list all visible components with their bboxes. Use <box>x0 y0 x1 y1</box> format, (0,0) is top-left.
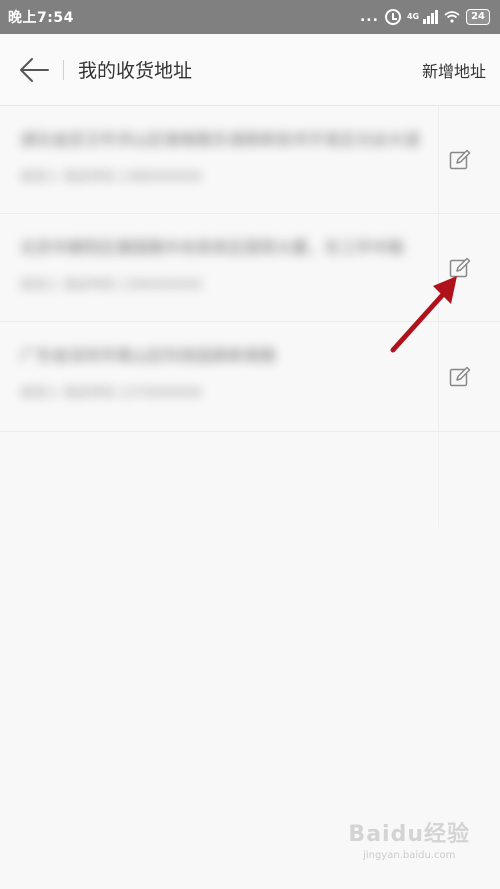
alarm-icon <box>384 9 401 25</box>
app-header: 我的收货地址 新增地址 <box>0 34 500 106</box>
watermark-url: jingyan.baidu.com <box>363 850 456 861</box>
recipient-info: 收货人 电话号码 1380000000 <box>20 170 202 185</box>
network-type-label: 4G <box>406 12 420 21</box>
more-notifications-icon: ... <box>359 9 379 25</box>
list-divider <box>438 432 480 527</box>
annotation-arrow-icon <box>390 276 457 353</box>
add-address-button[interactable]: 新增地址 <box>422 58 486 82</box>
arrow-left-icon <box>20 58 49 82</box>
recipient-info: 收货人 电话号码 1390000000 <box>20 278 202 293</box>
edit-pencil-icon <box>449 366 470 386</box>
wifi-icon <box>444 11 460 23</box>
address-text: 湖北省武汉市洪山区珞喻路东湖高新技术开发区光谷大道 <box>20 130 421 149</box>
header-divider <box>63 60 64 80</box>
status-time: 晚上7:54 <box>8 10 74 26</box>
page-title: 我的收货地址 <box>78 60 193 82</box>
address-item[interactable]: 湖北省武汉市洪山区珞喻路东湖高新技术开发区光谷大道 收货人 电话号码 13800… <box>0 106 500 214</box>
watermark-logo: Baidu经验 <box>348 822 470 847</box>
back-button[interactable] <box>18 50 52 90</box>
baidu-jingyan-watermark: Baidu经验 jingyan.baidu.com <box>348 816 470 861</box>
edit-address-button[interactable] <box>438 106 480 213</box>
status-bar: 晚上7:54 ... 4G 24 <box>0 0 500 34</box>
address-text: 北京市朝阳区建国路中央商务区国贸大厦，东三环中路 <box>20 238 405 257</box>
address-text: 广东省深圳市南山区科技园高新南路 <box>20 346 277 365</box>
battery-indicator: 24 <box>466 9 490 25</box>
status-icons: ... 4G 24 <box>360 9 490 25</box>
signal-icon <box>423 10 439 24</box>
recipient-info: 收货人 电话号码 1370000000 <box>20 386 202 401</box>
edit-pencil-icon <box>449 149 470 169</box>
